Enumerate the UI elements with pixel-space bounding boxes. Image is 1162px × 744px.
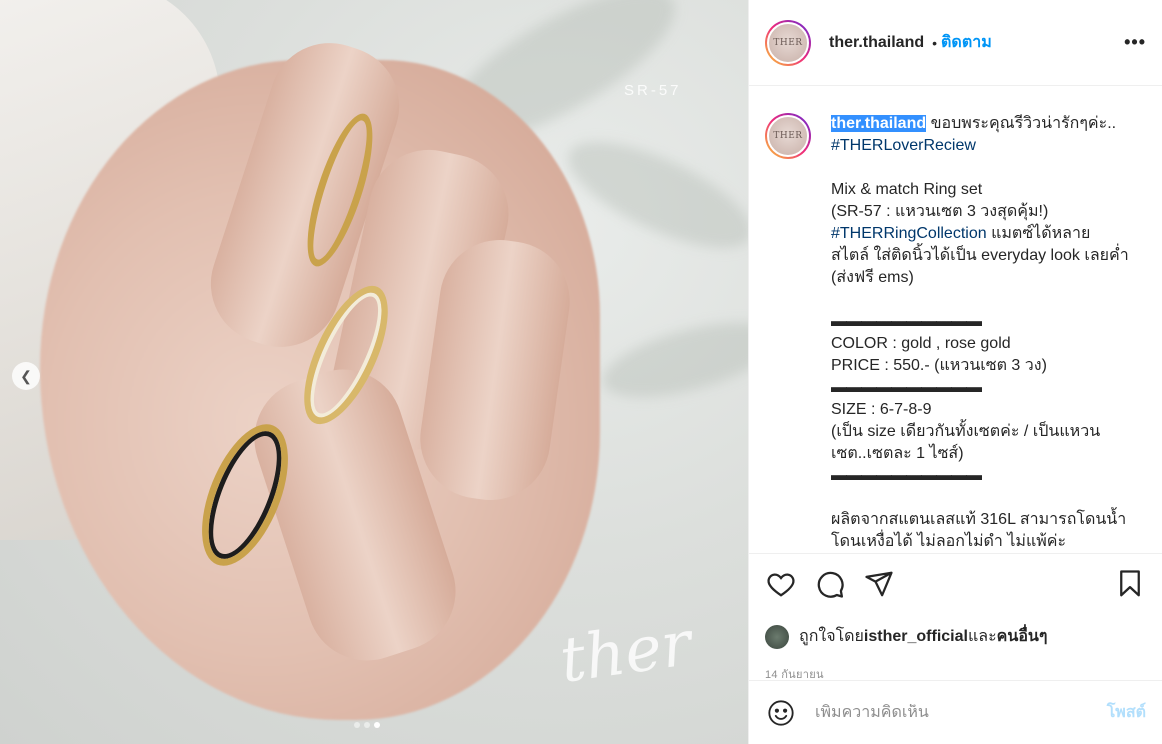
hashtag-link[interactable]: #THERLoverReciew (831, 137, 976, 154)
action-icons (765, 568, 1146, 600)
more-options-icon[interactable]: ••• (1124, 32, 1146, 53)
caption-line: Mix & match Ring set (831, 181, 983, 198)
likes-others-link[interactable]: คนอื่นๆ (997, 624, 1048, 649)
hashtag-link[interactable]: #THERRingCollection (831, 225, 987, 242)
add-comment-section: โพสต์ (749, 680, 1162, 744)
likes-middle: และ (967, 628, 997, 645)
emoji-icon (768, 699, 794, 726)
likes-prefix: ถูกใจโดย (799, 628, 864, 645)
avatar-image: THER (767, 115, 809, 157)
caption-divider: ▬▬▬▬▬▬▬▬▬▬ (831, 467, 982, 484)
dot-separator: • (932, 34, 938, 51)
follow-button[interactable]: ติดตาม (941, 30, 992, 55)
avatar-image: THER (767, 21, 809, 64)
caption-size-note: (เป็น size เดียวกันทั้งเซตค่ะ / เป็นแหวน… (831, 423, 1101, 462)
paper-plane-icon (865, 571, 893, 597)
emoji-button[interactable] (765, 697, 797, 729)
post-comment-button[interactable]: โพสต์ (1107, 700, 1146, 725)
product-code-label: SR-57 (624, 82, 682, 99)
caption-price: PRICE : 550.- (แหวนเซต 3 วง) (831, 357, 1047, 374)
post-side-panel: THER ther.thailand • ติดตาม ••• THER the… (748, 0, 1162, 744)
share-button[interactable] (863, 568, 895, 600)
save-button[interactable] (1114, 568, 1146, 600)
caption-divider: ▬▬▬▬▬▬▬▬▬▬ (831, 313, 982, 330)
carousel-dot (364, 722, 370, 728)
post-actions: ถูกใจโดย isther_official และ คนอื่นๆ 14 … (749, 553, 1162, 683)
comment-icon (817, 571, 844, 598)
caption: THER ther.thailand ขอบพระคุณรีวิวน่ารักๆ… (765, 113, 1146, 553)
caption-size: SIZE : 6-7-8-9 (831, 401, 932, 418)
carousel-dot-active (374, 722, 380, 728)
avatar[interactable]: THER (765, 19, 811, 66)
brand-watermark: ther (555, 606, 696, 697)
post-header: THER ther.thailand • ติดตาม ••• (749, 0, 1162, 86)
header-username[interactable]: ther.thailand (829, 34, 924, 52)
caption-area[interactable]: THER ther.thailand ขอบพระคุณรีวิวน่ารักๆ… (749, 87, 1162, 553)
caption-intro: ขอบพระคุณรีวิวน่ารักๆค่ะ.. (930, 115, 1117, 132)
bookmark-icon (1120, 570, 1140, 597)
caption-line: (SR-57 : แหวนเซต 3 วงสุดคุ้ม!) (831, 203, 1049, 220)
caption-text: ther.thailand ขอบพระคุณรีวิวน่ารักๆค่ะ..… (831, 113, 1131, 553)
comment-input[interactable] (815, 703, 1107, 722)
likes-summary: ถูกใจโดย isther_official และ คนอื่นๆ (765, 624, 1146, 649)
liker-avatar[interactable] (765, 624, 789, 649)
caption-color: COLOR : gold , rose gold (831, 335, 1011, 352)
carousel-indicator (354, 722, 380, 728)
liker-username[interactable]: isther_official (864, 628, 968, 646)
caption-username[interactable]: ther.thailand (831, 115, 927, 132)
carousel-dot (354, 722, 360, 728)
shadow-leaf (595, 307, 748, 413)
caption-material: ผลิตจากสแตนเลสแท้ 316L สามารถโดนน้ำ โดนเ… (831, 511, 1127, 550)
like-button[interactable] (765, 568, 797, 600)
heart-icon (767, 573, 795, 597)
previous-image-button[interactable]: ❮ (12, 362, 40, 390)
comment-button[interactable] (814, 568, 846, 600)
caption-divider: ▬▬▬▬▬▬▬▬▬▬ (831, 379, 982, 396)
post-photo[interactable]: SR-57 ther ❮ (0, 0, 748, 744)
chevron-left-icon: ❮ (20, 367, 32, 384)
caption-avatar[interactable]: THER (765, 113, 811, 159)
